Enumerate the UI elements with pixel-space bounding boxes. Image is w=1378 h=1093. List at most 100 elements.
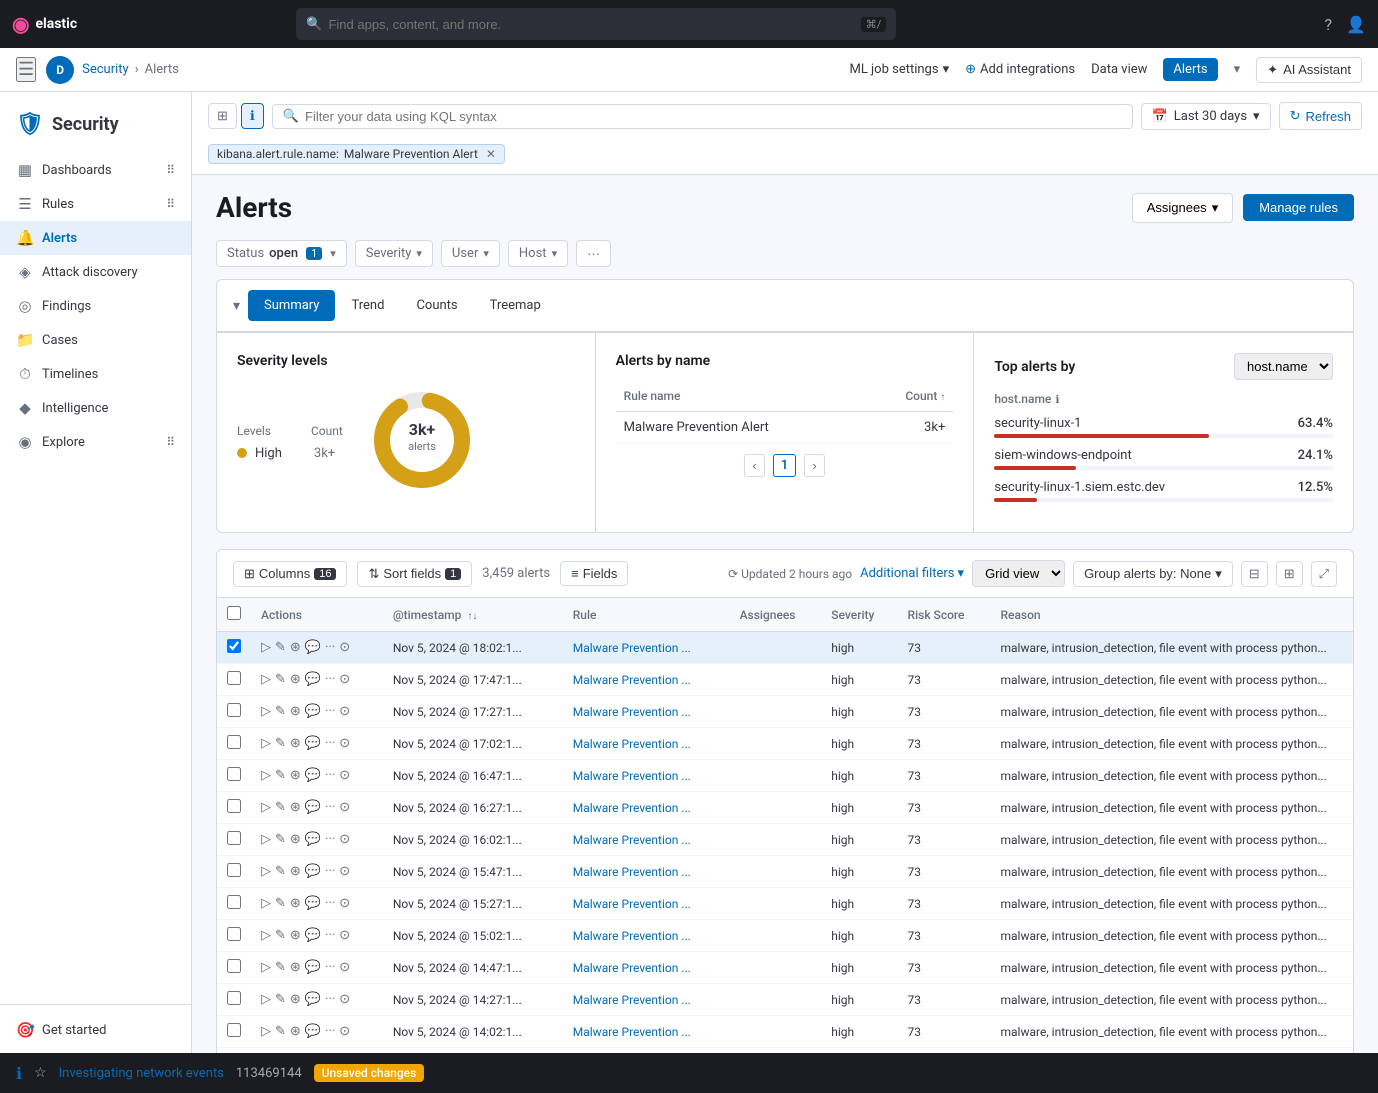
sidebar-item-intelligence[interactable]: ◆ Intelligence [0, 391, 191, 425]
row-checkbox[interactable] [227, 703, 241, 717]
user-menu-icon[interactable]: 👤 [1346, 15, 1366, 34]
comment-icon[interactable]: 💬 [305, 704, 321, 719]
ai-assistant-button[interactable]: ✦ AI Assistant [1256, 57, 1362, 83]
more-icon[interactable]: ··· [325, 640, 335, 655]
expand-icon[interactable]: ▷ [261, 928, 271, 943]
edit-icon[interactable]: ✎ [275, 800, 286, 815]
global-search-input[interactable] [328, 17, 860, 32]
next-page-button[interactable]: › [804, 454, 824, 477]
status-filter[interactable]: Status open 1 ▾ [216, 240, 347, 267]
rule-cell[interactable]: Malware Prevention ... [563, 632, 730, 664]
active-filter-tag[interactable]: kibana.alert.rule.name: Malware Preventi… [208, 144, 505, 164]
more-icon[interactable]: ··· [325, 928, 335, 943]
edit-icon[interactable]: ✎ [275, 704, 286, 719]
comment-icon[interactable]: 💬 [305, 736, 321, 751]
comment-icon[interactable]: 💬 [305, 864, 321, 879]
row-checkbox-cell[interactable] [217, 1016, 251, 1048]
status-icon[interactable]: ⊙ [339, 800, 350, 815]
row-checkbox-cell[interactable] [217, 632, 251, 664]
rule-cell[interactable]: Malware Prevention ... [563, 920, 730, 952]
star-icon[interactable]: ☆ [34, 1065, 47, 1081]
edit-icon[interactable]: ✎ [275, 896, 286, 911]
rule-link[interactable]: Malware Prevention ... [573, 961, 691, 975]
edit-icon[interactable]: ✎ [275, 832, 286, 847]
sidebar-item-alerts[interactable]: 🔔 Alerts [0, 221, 191, 255]
row-checkbox-cell[interactable] [217, 856, 251, 888]
row-checkbox[interactable] [227, 895, 241, 909]
row-checkbox-cell[interactable] [217, 824, 251, 856]
analyze-icon[interactable]: ⊛ [290, 704, 301, 719]
comment-icon[interactable]: 💬 [305, 672, 321, 687]
table-view-icon-button[interactable]: ⊟ [1241, 561, 1268, 587]
rule-link[interactable]: Malware Prevention ... [573, 673, 691, 687]
status-icon[interactable]: ⊙ [339, 1024, 350, 1039]
severity-filter[interactable]: Severity ▾ [355, 240, 433, 267]
more-icon[interactable]: ··· [325, 896, 335, 911]
status-icon[interactable]: ⊙ [339, 768, 350, 783]
manage-rules-button[interactable]: Manage rules [1243, 194, 1354, 221]
status-icon[interactable]: ⊙ [339, 864, 350, 879]
row-checkbox[interactable] [227, 767, 241, 781]
rule-link[interactable]: Malware Prevention ... [573, 897, 691, 911]
row-checkbox[interactable] [227, 959, 241, 973]
rule-link[interactable]: Malware Prevention ... [573, 993, 691, 1007]
rule-cell[interactable]: Malware Prevention ... [563, 792, 730, 824]
collapse-button[interactable]: ▾ [233, 297, 240, 314]
alerts-tab[interactable]: Alerts [1163, 58, 1217, 81]
rule-link[interactable]: Malware Prevention ... [573, 641, 691, 655]
view-select[interactable]: Grid view [972, 560, 1065, 587]
sidebar-item-attack-discovery[interactable]: ◈ Attack discovery [0, 255, 191, 289]
comment-icon[interactable]: 💬 [305, 960, 321, 975]
more-icon[interactable]: ··· [325, 768, 335, 783]
filter-info-button[interactable]: ℹ [241, 103, 264, 129]
edit-icon[interactable]: ✎ [275, 672, 286, 687]
rule-cell[interactable]: Malware Prevention ... [563, 1016, 730, 1048]
rule-cell[interactable]: Malware Prevention ... [563, 696, 730, 728]
status-icon[interactable]: ⊙ [339, 960, 350, 975]
sidebar-item-findings[interactable]: ◎ Findings [0, 289, 191, 323]
row-checkbox[interactable] [227, 639, 241, 653]
group-by-button[interactable]: Group alerts by: None ▾ [1073, 561, 1233, 587]
global-search-bar[interactable]: 🔍 ⌘/ [296, 8, 896, 40]
row-checkbox[interactable] [227, 735, 241, 749]
tab-treemap[interactable]: Treemap [474, 290, 557, 321]
host-filter[interactable]: Host ▾ [508, 240, 568, 267]
fullscreen-button[interactable]: ⤢ [1311, 561, 1337, 587]
more-icon[interactable]: ··· [325, 864, 335, 879]
analyze-icon[interactable]: ⊛ [290, 992, 301, 1007]
kql-search-bar[interactable]: 🔍 [272, 104, 1133, 129]
comment-icon[interactable]: 💬 [305, 1024, 321, 1039]
edit-icon[interactable]: ✎ [275, 736, 286, 751]
row-checkbox[interactable] [227, 927, 241, 941]
row-checkbox[interactable] [227, 1023, 241, 1037]
more-icon[interactable]: ··· [325, 832, 335, 847]
breadcrumb-security[interactable]: Security [82, 62, 129, 77]
status-icon[interactable]: ⊙ [339, 736, 350, 751]
more-icon[interactable]: ··· [325, 736, 335, 751]
tab-trend[interactable]: Trend [335, 290, 400, 321]
analyze-icon[interactable]: ⊛ [290, 864, 301, 879]
rule-cell[interactable]: Malware Prevention ... [563, 888, 730, 920]
select-all-checkbox[interactable] [227, 606, 241, 620]
more-icon[interactable]: ··· [325, 960, 335, 975]
analyze-icon[interactable]: ⊛ [290, 672, 301, 687]
row-checkbox-cell[interactable] [217, 952, 251, 984]
expand-icon[interactable]: ▷ [261, 704, 271, 719]
edit-icon[interactable]: ✎ [275, 640, 286, 655]
row-checkbox-cell[interactable] [217, 920, 251, 952]
edit-icon[interactable]: ✎ [275, 960, 286, 975]
expand-icon[interactable]: ▷ [261, 768, 271, 783]
investigation-link[interactable]: Investigating network events [59, 1066, 224, 1081]
rule-cell[interactable]: Malware Prevention ... [563, 728, 730, 760]
filter-tag-close-icon[interactable]: ✕ [486, 147, 496, 161]
rule-link[interactable]: Malware Prevention ... [573, 929, 691, 943]
expand-icon[interactable]: ▷ [261, 832, 271, 847]
status-icon[interactable]: ⊙ [339, 928, 350, 943]
top-alerts-dropdown[interactable]: host.name [1234, 353, 1333, 380]
more-icon[interactable]: ··· [325, 1024, 335, 1039]
status-icon[interactable]: ⊙ [339, 672, 350, 687]
row-checkbox[interactable] [227, 799, 241, 813]
row-checkbox-cell[interactable] [217, 696, 251, 728]
row-checkbox[interactable] [227, 863, 241, 877]
row-checkbox[interactable] [227, 671, 241, 685]
